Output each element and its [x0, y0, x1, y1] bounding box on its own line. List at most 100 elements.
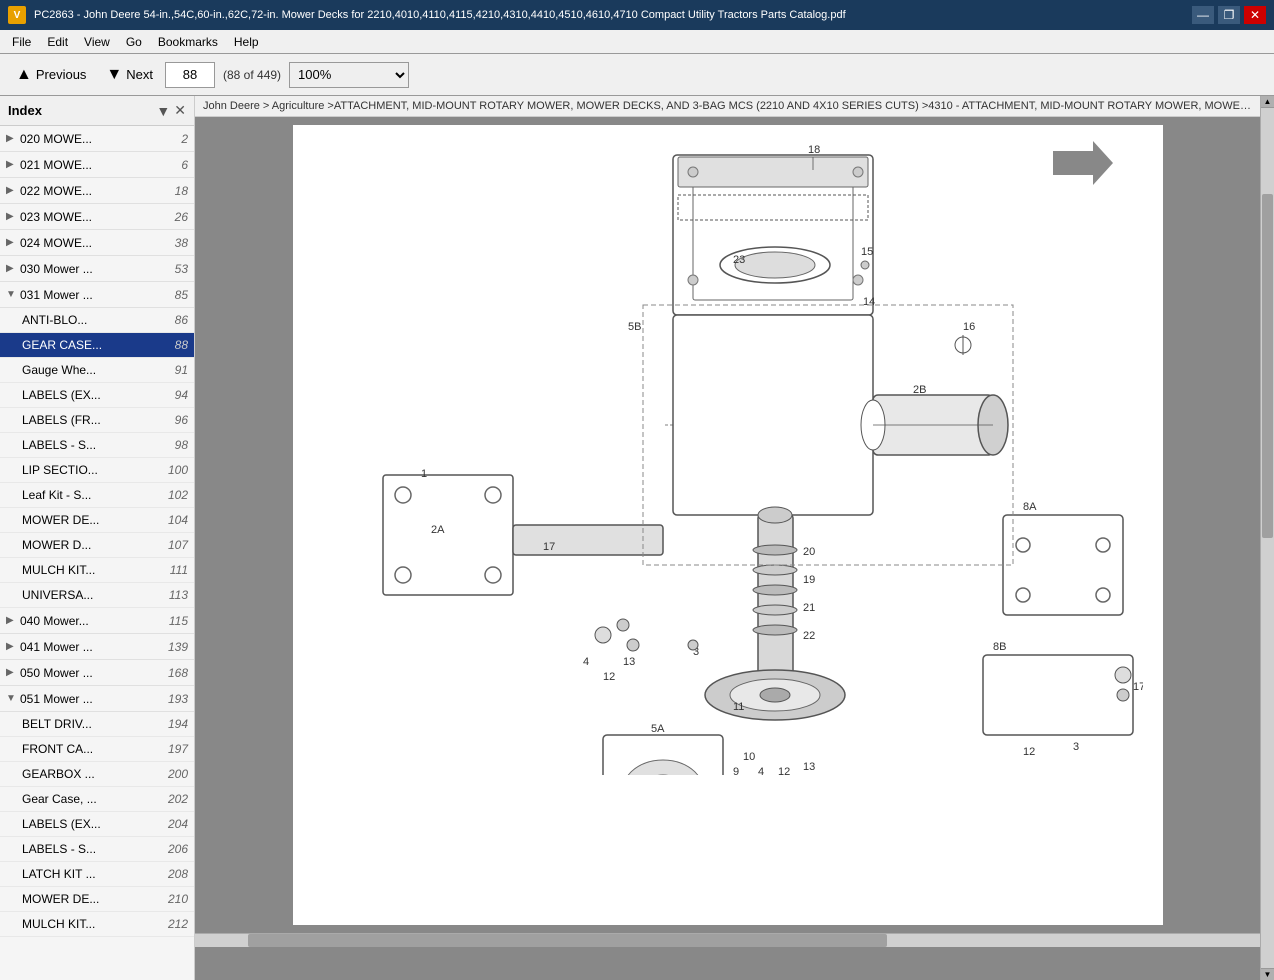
subitem-num-belt-driv: 194 [160, 717, 188, 731]
sidebar-subitem-labels-fr[interactable]: LABELS (FR... 96 [0, 408, 194, 433]
subitem-label-mulch-kit2: MULCH KIT... [22, 917, 160, 931]
subitem-num-mulch-kit: 111 [160, 563, 188, 577]
sidebar-subitem-mower-de2[interactable]: MOWER DE... 210 [0, 887, 194, 912]
sidebar-list: ▶ 020 MOWE... 2 ▶ 021 MOWE... 6 ▶ 022 MO… [0, 126, 194, 980]
previous-arrow-icon: ▲ [16, 66, 32, 84]
menu-go[interactable]: Go [118, 33, 150, 51]
zoom-select[interactable]: 100% 50% 75% 125% 150% 200% [289, 62, 409, 88]
subitem-num-mower-d: 107 [160, 538, 188, 552]
sidebar-item-020[interactable]: ▶ 020 MOWE... 2 [0, 126, 194, 152]
sidebar-header: Index ▼ ✕ [0, 96, 194, 126]
subitem-label-mower-d: MOWER D... [22, 538, 160, 552]
sidebar-subitem-gearbox[interactable]: GEARBOX ... 200 [0, 762, 194, 787]
svg-text:8A: 8A [1023, 501, 1037, 513]
arrow-icon-031: ▼ [6, 289, 20, 300]
sidebar-subitem-mower-d[interactable]: MOWER D... 107 [0, 533, 194, 558]
sidebar-subitem-mower-de1[interactable]: MOWER DE... 104 [0, 508, 194, 533]
svg-text:17: 17 [543, 541, 555, 553]
sidebar-subitem-universa[interactable]: UNIVERSA... 113 [0, 583, 194, 608]
pdf-scroll-area[interactable]: John Deere > Agriculture >ATTACHMENT, MI… [195, 96, 1260, 980]
svg-text:2B: 2B [913, 384, 926, 396]
pdf-page: 18 23 15 14 [293, 125, 1163, 925]
svg-text:10: 10 [743, 751, 755, 763]
horizontal-scrollbar[interactable] [195, 933, 1260, 947]
subitem-num-latch-kit: 208 [160, 867, 188, 881]
sidebar-subitem-labels-s1[interactable]: LABELS - S... 98 [0, 433, 194, 458]
svg-text:14: 14 [863, 296, 875, 308]
subitem-label-universa: UNIVERSA... [22, 588, 160, 602]
sidebar-subitem-gear-case[interactable]: GEAR CASE... 88 [0, 333, 194, 358]
sidebar-subitem-mulch-kit2[interactable]: MULCH KIT... 212 [0, 912, 194, 937]
sidebar-item-022[interactable]: ▶ 022 MOWE... 18 [0, 178, 194, 204]
sidebar-subitem-anti-blo[interactable]: ANTI-BLO... 86 [0, 308, 194, 333]
sidebar-label-041: 041 Mower ... [20, 640, 160, 654]
arrow-icon-040: ▶ [6, 615, 20, 626]
restore-button[interactable]: ❐ [1218, 6, 1240, 24]
sidebar-subitem-leaf-kit[interactable]: Leaf Kit - S... 102 [0, 483, 194, 508]
subitem-label-labels-s2: LABELS - S... [22, 842, 160, 856]
menu-view[interactable]: View [76, 33, 118, 51]
subitem-num-leaf-kit: 102 [160, 488, 188, 502]
subitem-label-anti-blo: ANTI-BLO... [22, 313, 160, 327]
sidebar-label-051: 051 Mower ... [20, 692, 160, 706]
arrow-icon-030: ▶ [6, 263, 20, 274]
subitem-num-gear-case: 88 [160, 338, 188, 352]
sidebar-subitem-front-ca[interactable]: FRONT CA... 197 [0, 737, 194, 762]
subitem-label-leaf-kit: Leaf Kit - S... [22, 488, 160, 502]
close-button[interactable]: ✕ [1244, 6, 1266, 24]
sidebar-num-024: 38 [160, 236, 188, 250]
svg-text:5A: 5A [651, 723, 665, 735]
sidebar-item-040[interactable]: ▶ 040 Mower... 115 [0, 608, 194, 634]
sidebar-num-020: 2 [160, 132, 188, 146]
page-input[interactable] [165, 62, 215, 88]
subitem-num-mower-de1: 104 [160, 513, 188, 527]
sidebar-item-021[interactable]: ▶ 021 MOWE... 6 [0, 152, 194, 178]
subitem-num-gauge-whe: 91 [160, 363, 188, 377]
subitem-label-latch-kit: LATCH KIT ... [22, 867, 160, 881]
arrow-icon-024: ▶ [6, 237, 20, 248]
subitem-label-mower-de1: MOWER DE... [22, 513, 160, 527]
sidebar-item-023[interactable]: ▶ 023 MOWE... 26 [0, 204, 194, 230]
sidebar-item-024[interactable]: ▶ 024 MOWE... 38 [0, 230, 194, 256]
previous-button[interactable]: ▲ Previous [8, 62, 94, 88]
subitem-num-labels-s1: 98 [160, 438, 188, 452]
sidebar-close-btn[interactable]: ✕ [174, 102, 186, 119]
sidebar-subitem-labels-ex[interactable]: LABELS (EX... 94 [0, 383, 194, 408]
svg-text:15: 15 [861, 246, 873, 258]
sidebar-subitem-labels-ex2[interactable]: LABELS (EX... 204 [0, 812, 194, 837]
svg-text:19: 19 [803, 574, 815, 586]
svg-text:12: 12 [778, 766, 790, 775]
next-button[interactable]: ▼ Next [98, 62, 161, 88]
app-icon: V [8, 6, 26, 24]
svg-text:13: 13 [623, 656, 635, 668]
arrow-indicator [1053, 141, 1113, 189]
sidebar-item-051[interactable]: ▼ 051 Mower ... 193 [0, 686, 194, 712]
subitem-label-gear-case: GEAR CASE... [22, 338, 160, 352]
subitem-num-labels-ex: 94 [160, 388, 188, 402]
menu-file[interactable]: File [4, 33, 39, 51]
sidebar-subitem-labels-s2[interactable]: LABELS - S... 206 [0, 837, 194, 862]
menu-bookmarks[interactable]: Bookmarks [150, 33, 226, 51]
sidebar-item-030[interactable]: ▶ 030 Mower ... 53 [0, 256, 194, 282]
menu-help[interactable]: Help [226, 33, 267, 51]
sidebar-subitem-gauge-whe[interactable]: Gauge Whe... 91 [0, 358, 194, 383]
svg-text:8B: 8B [993, 641, 1006, 653]
sidebar-subitem-lip-sectio[interactable]: LIP SECTIO... 100 [0, 458, 194, 483]
sidebar-label-023: 023 MOWE... [20, 210, 160, 224]
sidebar-subitem-belt-driv[interactable]: BELT DRIV... 194 [0, 712, 194, 737]
sidebar-subitem-latch-kit[interactable]: LATCH KIT ... 208 [0, 862, 194, 887]
svg-text:12: 12 [603, 671, 615, 683]
sidebar-subitem-mulch-kit[interactable]: MULCH KIT... 111 [0, 558, 194, 583]
sidebar-num-021: 6 [160, 158, 188, 172]
sidebar-item-031[interactable]: ▼ 031 Mower ... 85 [0, 282, 194, 308]
sidebar-subitem-gear-case-202[interactable]: Gear Case, ... 202 [0, 787, 194, 812]
sidebar-label-030: 030 Mower ... [20, 262, 160, 276]
arrow-icon-023: ▶ [6, 211, 20, 222]
menu-edit[interactable]: Edit [39, 33, 76, 51]
minimize-button[interactable]: — [1192, 6, 1214, 24]
vertical-scrollbar[interactable]: ▲ ▼ [1260, 96, 1274, 980]
titlebar-controls: — ❐ ✕ [1192, 6, 1266, 24]
sidebar-item-050[interactable]: ▶ 050 Mower ... 168 [0, 660, 194, 686]
sidebar-item-041[interactable]: ▶ 041 Mower ... 139 [0, 634, 194, 660]
sidebar-collapse-btn[interactable]: ▼ [156, 102, 170, 119]
